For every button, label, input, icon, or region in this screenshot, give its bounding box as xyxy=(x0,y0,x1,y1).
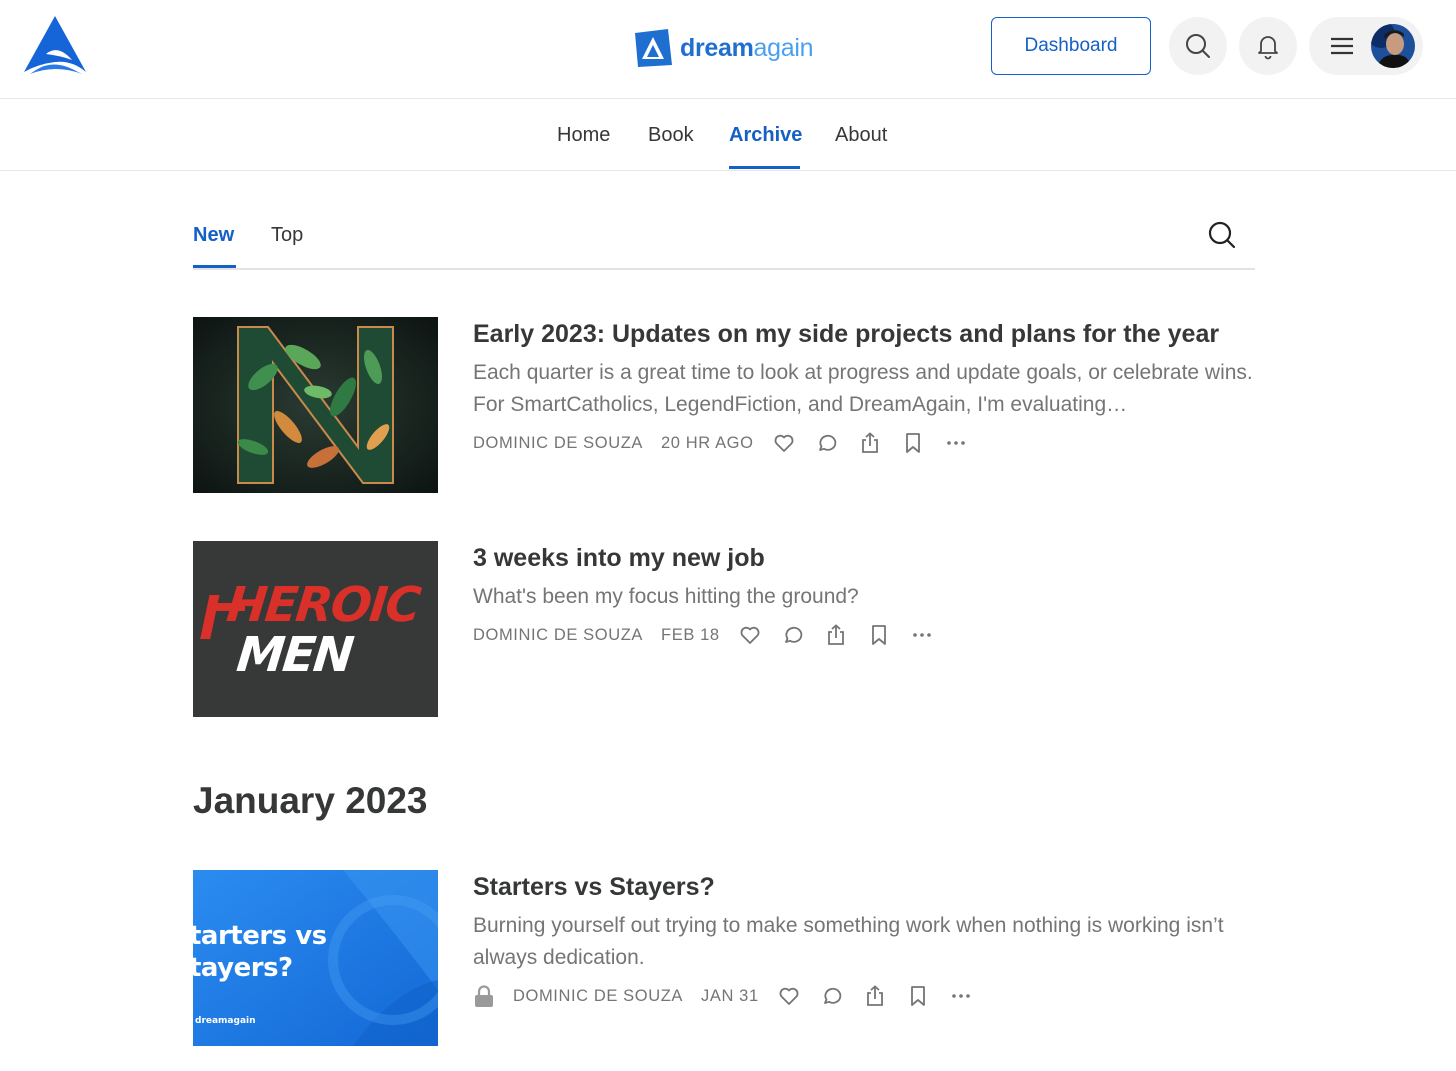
lock-icon xyxy=(475,985,493,1007)
heart-icon[interactable] xyxy=(777,984,801,1008)
share-icon[interactable] xyxy=(858,431,882,455)
bookmark-icon[interactable] xyxy=(901,431,925,455)
month-heading: January 2023 xyxy=(193,780,428,821)
more-icon[interactable] xyxy=(949,984,973,1008)
post-title[interactable]: Starters vs Stayers? xyxy=(473,870,1255,904)
post-author[interactable]: DOMINIC DE SOUZA xyxy=(513,987,683,1006)
post-item[interactable]: Early 2023: Updates on my side projects … xyxy=(193,317,1255,494)
heart-icon[interactable] xyxy=(772,431,796,455)
more-icon[interactable] xyxy=(910,623,934,647)
post-thumbnail[interactable] xyxy=(193,317,438,493)
main-nav: Home Book Archive About xyxy=(0,100,1456,171)
thumb-title-line1: HEROIC xyxy=(224,577,422,633)
search-button[interactable] xyxy=(1169,17,1227,75)
post-date: FEB 18 xyxy=(661,625,720,644)
thumb-title-line1: tarters vs xyxy=(193,921,327,951)
brand-mark-icon xyxy=(635,29,672,67)
post-subtitle[interactable]: What's been my focus hitting the ground? xyxy=(473,581,1255,613)
brand-name-main: dream xyxy=(680,33,754,62)
archive-tabs: New Top xyxy=(193,200,1255,270)
post-date: JAN 31 xyxy=(701,986,759,1005)
comment-icon[interactable] xyxy=(815,431,839,455)
site-logo-icon[interactable] xyxy=(22,14,88,76)
comment-icon[interactable] xyxy=(781,623,805,647)
post-body: Starters vs Stayers? Burning yourself ou… xyxy=(473,870,1255,1010)
post-meta: DOMINIC DE SOUZA 20 HR AGO xyxy=(473,429,1255,457)
notifications-button[interactable] xyxy=(1239,17,1297,75)
post-body: Early 2023: Updates on my side projects … xyxy=(473,317,1255,457)
post-author[interactable]: DOMINIC DE SOUZA xyxy=(473,434,643,453)
nav-active-indicator xyxy=(729,166,800,169)
thumb-title-line2: MEN xyxy=(234,627,355,683)
post-date: 20 HR AGO xyxy=(661,433,754,452)
post-item[interactable]: HEROIC MEN 3 weeks into my new job What'… xyxy=(193,541,1255,718)
post-item[interactable]: tarters vs tayers? dreamagain Starters v… xyxy=(193,870,1255,1047)
search-icon[interactable] xyxy=(1207,220,1237,250)
tab-top[interactable]: Top xyxy=(271,224,303,247)
nav-item-about[interactable]: About xyxy=(835,124,887,147)
bookmark-icon[interactable] xyxy=(867,623,891,647)
post-body: 3 weeks into my new job What's been my f… xyxy=(473,541,1255,649)
brand-name: dreamagain xyxy=(680,33,814,63)
search-icon xyxy=(1186,34,1210,58)
thumb-brand: dreamagain xyxy=(195,1016,256,1026)
post-meta: DOMINIC DE SOUZA FEB 18 xyxy=(473,621,1255,649)
post-meta: DOMINIC DE SOUZA JAN 31 xyxy=(473,982,1255,1010)
post-thumbnail[interactable]: tarters vs tayers? dreamagain xyxy=(193,870,438,1046)
hamburger-icon xyxy=(1331,37,1353,55)
top-bar: dreamagain Dashboard xyxy=(0,0,1456,99)
nav-item-book[interactable]: Book xyxy=(648,124,694,147)
thumb-title-line2: tayers? xyxy=(193,953,293,983)
bookmark-icon[interactable] xyxy=(906,984,930,1008)
post-subtitle[interactable]: Each quarter is a great time to look at … xyxy=(473,357,1255,421)
brand-name-accent: again xyxy=(753,33,814,62)
share-icon[interactable] xyxy=(824,623,848,647)
tab-active-indicator xyxy=(193,265,236,268)
comment-icon[interactable] xyxy=(820,984,844,1008)
brand-logo[interactable]: dreamagain xyxy=(632,26,814,70)
nav-item-home[interactable]: Home xyxy=(557,124,610,147)
heart-icon[interactable] xyxy=(738,623,762,647)
share-icon[interactable] xyxy=(863,984,887,1008)
more-icon[interactable] xyxy=(944,431,968,455)
post-title[interactable]: Early 2023: Updates on my side projects … xyxy=(473,317,1255,351)
post-title[interactable]: 3 weeks into my new job xyxy=(473,541,1255,575)
avatar[interactable] xyxy=(1371,24,1415,68)
account-menu-button[interactable] xyxy=(1309,17,1423,75)
tab-new[interactable]: New xyxy=(193,224,234,247)
post-author[interactable]: DOMINIC DE SOUZA xyxy=(473,626,643,645)
bell-icon xyxy=(1258,36,1278,60)
dashboard-button[interactable]: Dashboard xyxy=(991,17,1151,75)
nav-item-archive[interactable]: Archive xyxy=(729,124,802,147)
post-subtitle[interactable]: Burning yourself out trying to make some… xyxy=(473,910,1255,974)
post-thumbnail[interactable]: HEROIC MEN xyxy=(193,541,438,717)
